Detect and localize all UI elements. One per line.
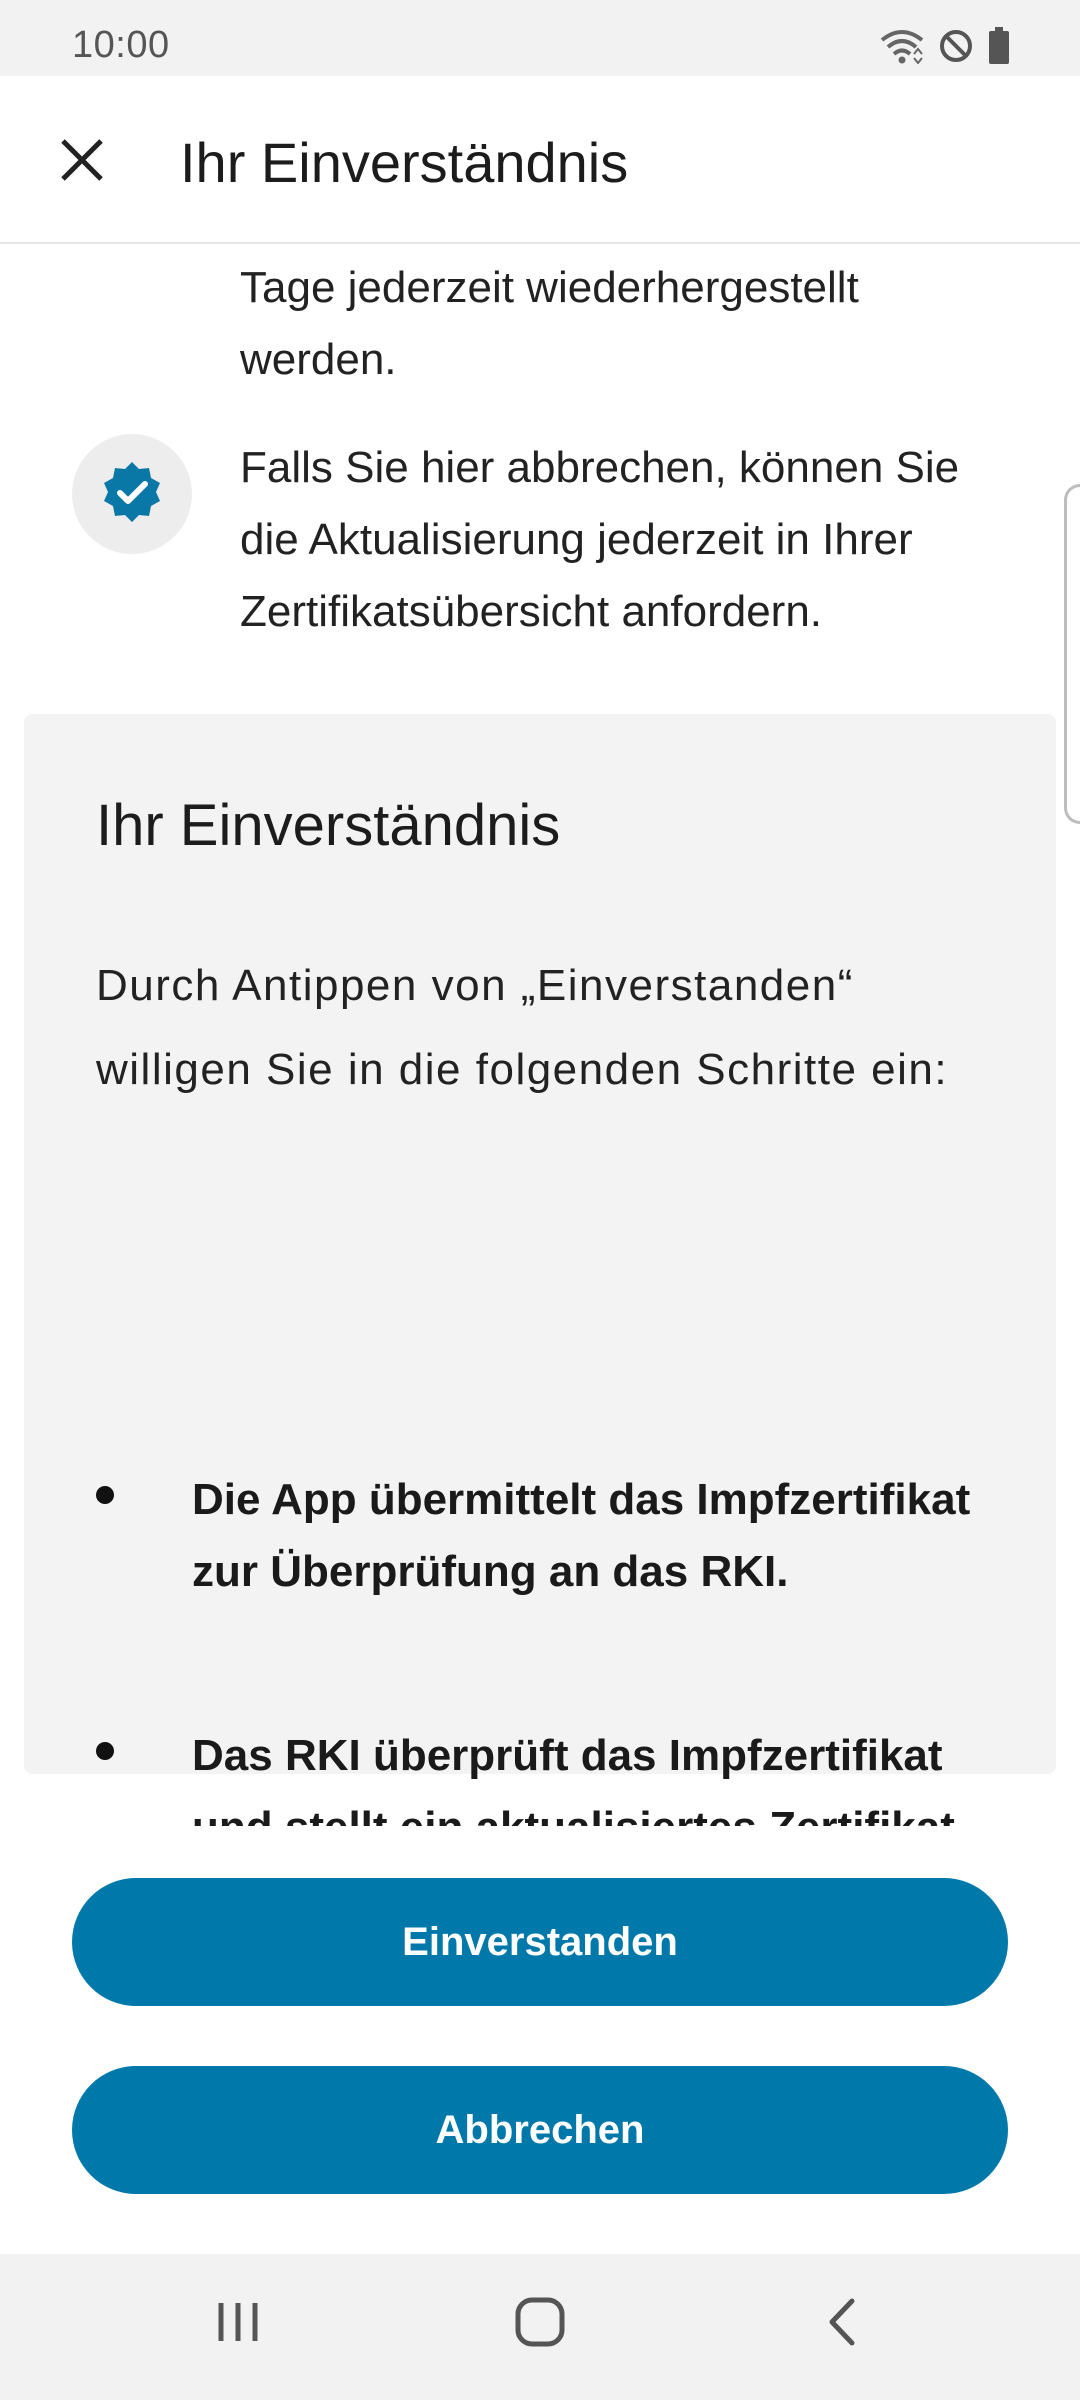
- wifi-icon: [880, 28, 924, 64]
- status-icons: [880, 26, 1010, 66]
- close-icon: [59, 137, 105, 188]
- app-bar: Ihr Einverständnis: [0, 76, 1080, 244]
- page-title: Ihr Einverständnis: [180, 131, 629, 194]
- consent-heading: Ihr Einverständnis: [96, 793, 561, 858]
- cancel-button[interactable]: Abbrechen: [72, 2066, 1008, 2194]
- recent-apps-button[interactable]: [178, 2274, 298, 2374]
- bullet-text: Die App übermittelt das Impfzertifikat z…: [192, 1475, 971, 1596]
- home-button[interactable]: [480, 2274, 600, 2374]
- cancel-info-text: Falls Sie hier abbrechen, können Sie die…: [240, 443, 960, 636]
- back-button[interactable]: [782, 2274, 902, 2374]
- scroll-indicator[interactable]: [1064, 484, 1080, 824]
- consent-panel: Ihr Einverständnis Durch Antippen von „E…: [24, 714, 1056, 1826]
- restore-info-text: Tage jederzeit wiederhergestellt werden.: [240, 263, 859, 384]
- consent-intro: Durch Antippen von „Einverstanden“ willi…: [96, 961, 949, 1094]
- recent-apps-icon: [213, 2297, 263, 2352]
- bullet-text: Das RKI überprüft das Impfzertifikat und…: [192, 1731, 955, 1826]
- home-icon: [514, 2296, 566, 2353]
- scroll-content[interactable]: Tage jederzeit wiederhergestellt werden.…: [0, 246, 1080, 1826]
- agree-button[interactable]: Einverstanden: [72, 1878, 1008, 2006]
- status-bar: 10:00: [0, 0, 1080, 76]
- back-icon: [822, 2297, 862, 2352]
- do-not-disturb-icon: [938, 28, 974, 64]
- battery-icon: [988, 27, 1010, 65]
- bullet-dot: [96, 1486, 114, 1504]
- info-badge: [72, 434, 192, 554]
- verified-badge-icon: [100, 460, 164, 529]
- status-time: 10:00: [72, 24, 170, 66]
- close-button[interactable]: [42, 122, 122, 202]
- bullet-dot: [96, 1742, 114, 1760]
- system-nav-bar: [0, 2254, 1080, 2400]
